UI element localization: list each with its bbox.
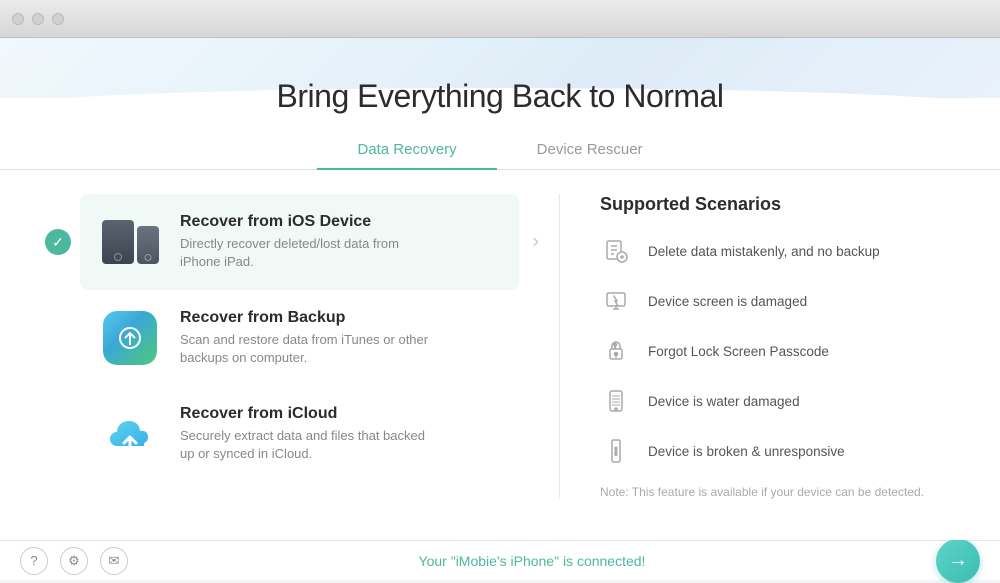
scenario-item-broken: ! Device is broken & unresponsive [600,435,960,467]
icloud-text: Recover from iCloud Securely extract dat… [180,405,430,463]
recovery-option-ios[interactable]: ✓ Recover from iOS Device Directly recov… [80,194,519,290]
header: Bring Everything Back to Normal [0,38,1000,131]
settings-icon: ⚙ [68,553,80,569]
minimize-button[interactable] [32,13,44,25]
passcode-scenario-icon: ? [600,335,632,367]
broken-scenario-text: Device is broken & unresponsive [648,444,845,459]
maximize-button[interactable] [52,13,64,25]
water-scenario-text: Device is water damaged [648,394,800,409]
backup-title: Recover from Backup [180,309,430,327]
icloud-title: Recover from iCloud [180,405,430,423]
tab-bar: Data Recovery Device Rescuer [0,131,1000,170]
next-arrow-icon: → [948,549,968,572]
ios-chevron-icon: › [532,231,539,254]
water-scenario-icon [600,385,632,417]
ios-device-desc: Directly recover deleted/lost data from … [180,235,430,271]
scenario-item-water: Device is water damaged [600,385,960,417]
next-button[interactable]: → [936,539,980,583]
scenarios-title: Supported Scenarios [600,194,960,215]
recovery-option-backup[interactable]: Recover from Backup Scan and restore dat… [80,290,519,386]
ios-device-title: Recover from iOS Device [180,213,430,231]
ios-device-text: Recover from iOS Device Directly recover… [180,213,430,271]
scenario-item-passcode: ? Forgot Lock Screen Passcode [600,335,960,367]
mail-button[interactable]: ✉ [100,547,128,575]
title-bar [0,0,1000,38]
backup-text: Recover from Backup Scan and restore dat… [180,309,430,367]
help-button[interactable]: ? [20,547,48,575]
broken-scenario-icon: ! [600,435,632,467]
svg-text:!: ! [614,446,618,458]
delete-scenario-text: Delete data mistakenly, and no backup [648,244,880,259]
connected-status: Your "iMobie's iPhone" is connected! [419,553,646,569]
panel-divider [559,194,560,499]
passcode-scenario-text: Forgot Lock Screen Passcode [648,344,829,359]
bottom-left-icons: ? ⚙ ✉ [20,547,128,575]
tab-data-recovery[interactable]: Data Recovery [317,131,496,170]
tab-device-rescuer[interactable]: Device Rescuer [497,131,683,170]
selected-check-icon: ✓ [45,229,71,255]
scenario-item-screen: Device screen is damaged [600,285,960,317]
content-area: ✓ Recover from iOS Device Directly recov… [0,194,1000,499]
backup-icon [100,308,160,368]
recovery-option-icloud[interactable]: Recover from iCloud Securely extract dat… [80,386,519,482]
left-panel: ✓ Recover from iOS Device Directly recov… [40,194,519,499]
screen-scenario-icon [600,285,632,317]
close-button[interactable] [12,13,24,25]
settings-button[interactable]: ⚙ [60,547,88,575]
icloud-icon [100,404,160,464]
help-icon: ? [30,553,37,568]
backup-desc: Scan and restore data from iTunes or oth… [180,331,430,367]
right-panel: Supported Scenarios Delete data mistaken… [600,194,960,499]
scenarios-note: Note: This feature is available if your … [600,485,960,499]
mail-icon: ✉ [109,553,120,569]
scenario-item-delete: Delete data mistakenly, and no backup [600,235,960,267]
screen-scenario-text: Device screen is damaged [648,294,807,309]
icloud-desc: Securely extract data and files that bac… [180,427,430,463]
page-title: Bring Everything Back to Normal [0,78,1000,115]
bottom-bar: ? ⚙ ✉ Your "iMobie's iPhone" is connecte… [0,540,1000,580]
main-content: Bring Everything Back to Normal Data Rec… [0,38,1000,540]
delete-scenario-icon [600,235,632,267]
ios-device-icon [100,212,160,272]
